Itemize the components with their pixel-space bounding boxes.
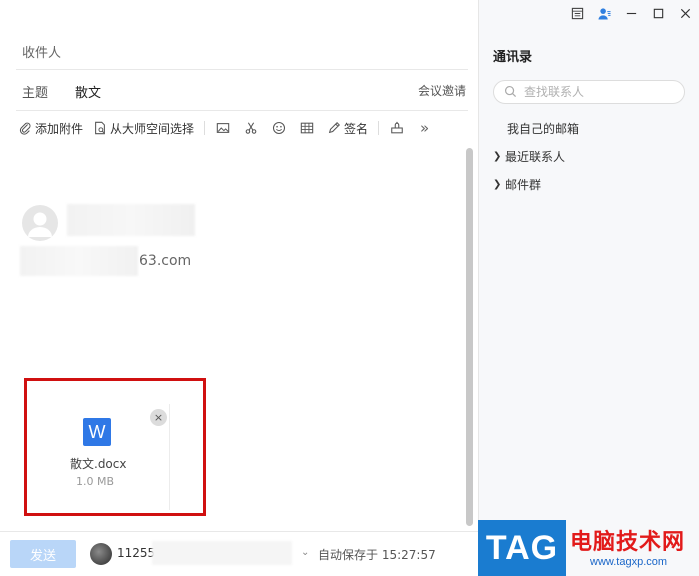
- search-icon: [504, 85, 517, 98]
- pen-icon: [328, 122, 341, 134]
- sender-avatar: [90, 543, 112, 565]
- contact-person-icon: [598, 7, 611, 20]
- contact-item-mail-group[interactable]: ❯ 邮件群: [493, 176, 541, 193]
- double-chevron-right-icon: »: [419, 119, 430, 137]
- redacted-sender-name: [67, 204, 195, 236]
- add-attachment-button[interactable]: 添加附件: [18, 120, 83, 137]
- redacted-email: [20, 246, 138, 276]
- master-space-label: 从大师空间选择: [110, 121, 195, 136]
- sender-account[interactable]: 11255: [117, 546, 155, 560]
- window-list-icon: [571, 7, 584, 19]
- chevron-right-icon: ❯: [493, 151, 502, 162]
- chevron-down-icon[interactable]: ⌄: [301, 547, 309, 558]
- stationery-button[interactable]: [389, 121, 404, 136]
- autosave-status: 自动保存于 15:27:57: [318, 548, 436, 562]
- contact-item-recent[interactable]: ❯ 最近联系人: [493, 148, 565, 165]
- toolbar-divider: [378, 121, 380, 135]
- more-tools-button[interactable]: »: [417, 119, 432, 137]
- signature-label: 签名: [344, 121, 369, 136]
- table-button[interactable]: [299, 121, 314, 136]
- contacts-title: 通讯录: [493, 50, 533, 65]
- paperclip-icon: [19, 122, 31, 135]
- window-controls: [564, 0, 699, 26]
- signature-email: 63.com: [139, 253, 192, 269]
- divider: [16, 69, 468, 70]
- contact-item-my-mailbox[interactable]: 我自己的邮箱: [507, 120, 579, 137]
- redacted-sender-account: [152, 541, 292, 565]
- screenshot-button[interactable]: [243, 121, 258, 136]
- minimize-button[interactable]: [618, 0, 645, 26]
- stamp-icon: [390, 121, 403, 134]
- image-button[interactable]: [215, 121, 230, 136]
- toolbar-divider: [204, 121, 206, 135]
- maximize-button[interactable]: [645, 0, 672, 26]
- minimize-icon: [626, 12, 637, 14]
- contact-item-label: 邮件群: [505, 178, 542, 192]
- chevron-right-icon: ❯: [493, 179, 502, 190]
- emoji-button[interactable]: [271, 121, 286, 136]
- subject-input[interactable]: 散文: [75, 82, 101, 101]
- watermark-site-name: 电脑技术网: [570, 530, 686, 555]
- signature-button[interactable]: 签名: [327, 120, 368, 137]
- watermark: TAG 电脑技术网 www.tagxp.com: [478, 520, 699, 576]
- add-attachment-label: 添加附件: [35, 121, 84, 136]
- contacts-toggle-button[interactable]: [591, 0, 618, 26]
- scissors-icon: [245, 122, 256, 134]
- close-icon: [680, 8, 691, 18]
- maximize-icon: [653, 8, 664, 18]
- vertical-scrollbar[interactable]: [466, 148, 473, 526]
- close-window-button[interactable]: [672, 0, 699, 26]
- editor-toolbar: 添加附件 从大师空间选择 签名 »: [18, 118, 445, 138]
- meeting-invite-link[interactable]: 会议邀请: [418, 82, 466, 99]
- contact-item-label: 最近联系人: [505, 150, 566, 164]
- user-icon: [28, 212, 52, 237]
- contacts-pane: 通讯录 我自己的邮箱 ❯ 最近联系人 ❯ 邮件群: [478, 0, 699, 576]
- highlight-box: [24, 378, 206, 516]
- watermark-logo: TAG: [478, 520, 566, 576]
- send-button[interactable]: 发送: [10, 540, 76, 568]
- subject-label: 主题: [22, 86, 49, 101]
- master-space-button[interactable]: 从大师空间选择: [93, 120, 194, 137]
- document-icon: [95, 121, 105, 135]
- keyboard-button[interactable]: [564, 0, 591, 26]
- smiley-icon: [272, 121, 285, 135]
- watermark-url: www.tagxp.com: [590, 556, 668, 568]
- contact-item-label: 我自己的邮箱: [507, 122, 580, 136]
- avatar: [22, 205, 58, 241]
- compose-pane: 收件人 主题 散文 会议邀请 添加附件 从大师空间选择 签名 » 63.com …: [0, 0, 478, 576]
- to-field[interactable]: 收件人: [22, 42, 61, 61]
- contact-search-input[interactable]: [493, 80, 685, 104]
- image-icon: [216, 123, 229, 133]
- table-icon: [300, 122, 313, 134]
- divider: [16, 110, 468, 111]
